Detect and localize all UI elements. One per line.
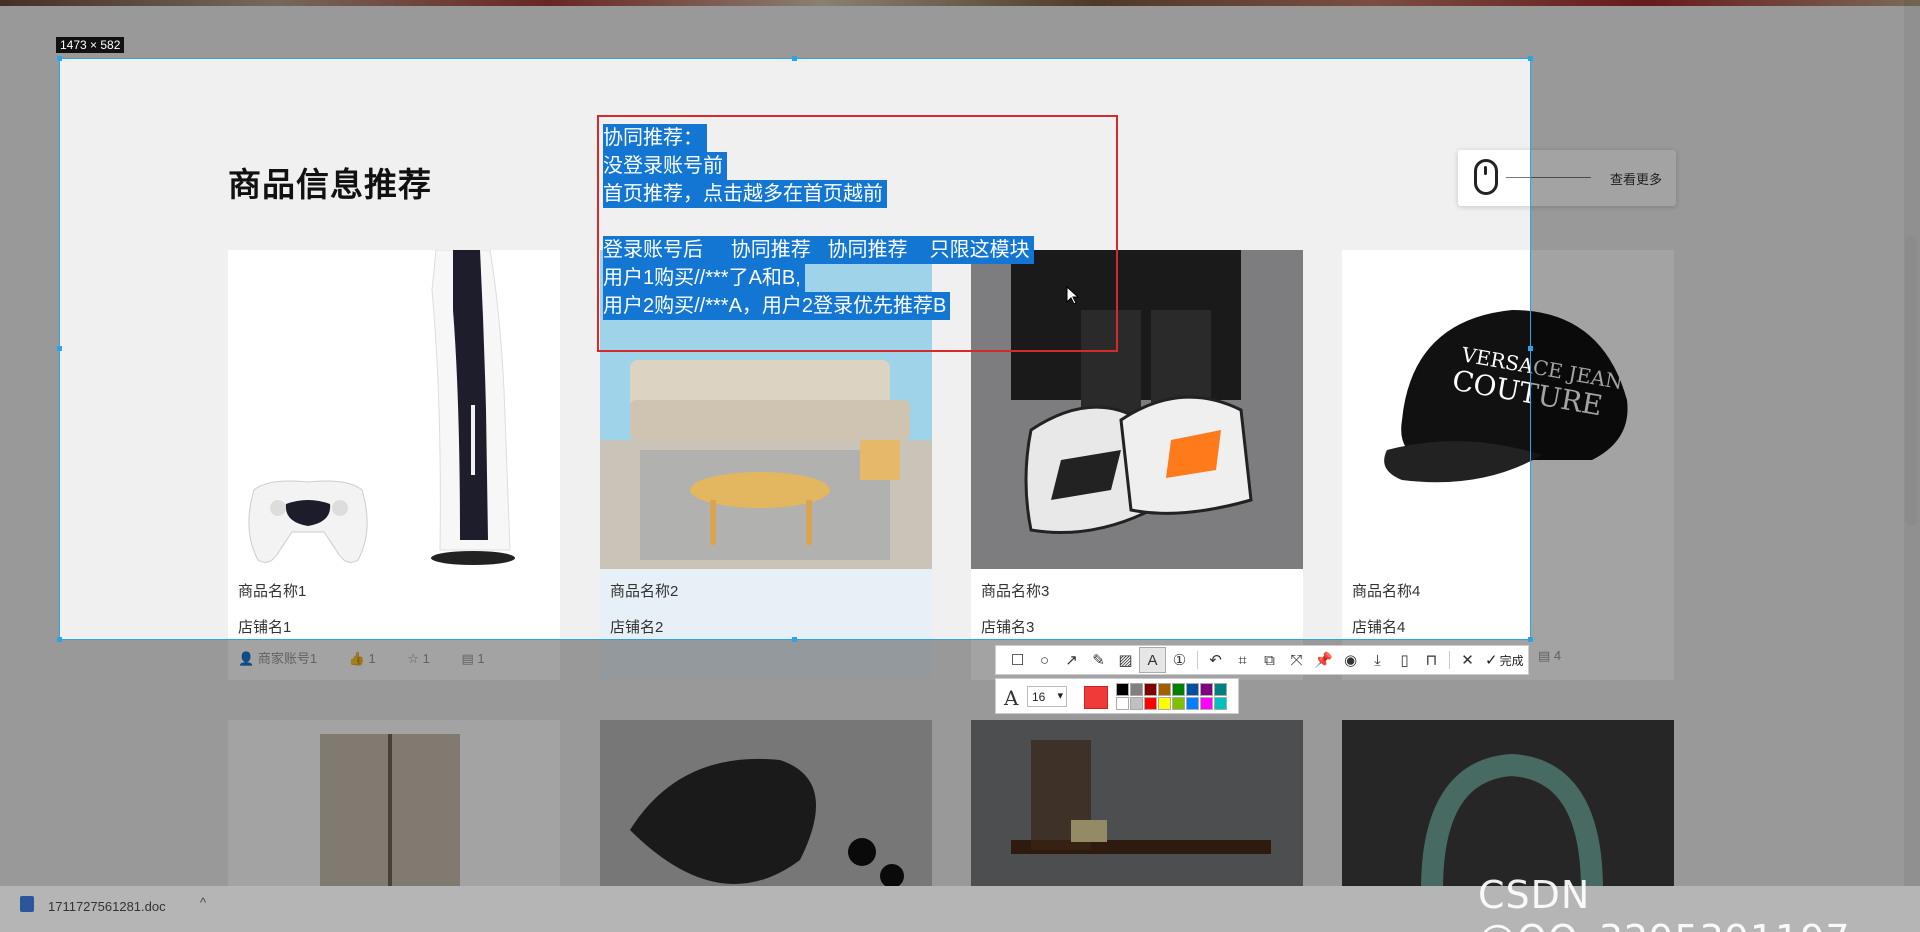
overlay-left [0,58,59,640]
color-swatch[interactable] [1158,697,1171,710]
download-file-name[interactable]: 1711727561281.doc [48,899,166,914]
capture-toolbar: ☐ ○ ↗ ✎ ▨ A ① ↶ ⌗ ⧉ ⤧ 📌 ◉ ⤓ ▯ ⊓ ✕ ✓ 完成 [995,645,1529,675]
color-swatch[interactable] [1214,683,1227,696]
watermark: CSDN @QQ_3295391197 [1478,873,1850,932]
annotation-text[interactable]: 协同推荐： 没登录账号前 首页推荐，点击越多在首页越前 登录账号后 协同推荐 协… [603,124,1034,320]
font-size-select[interactable]: 16 [1027,686,1067,707]
note-line: 首页推荐，点击越多在首页越前 [603,180,887,208]
color-swatch[interactable] [1130,697,1143,710]
download-icon[interactable]: ⤓ [1364,647,1391,673]
toolbar-divider [1449,651,1450,669]
chevron-up-icon[interactable]: ^ [200,895,206,910]
color-swatch[interactable] [1172,697,1185,710]
done-label: 完成 [1499,653,1524,668]
check-icon: ✓ [1485,652,1498,669]
resize-handle[interactable] [792,637,797,642]
selection-size-badge: 1473 × 582 [56,37,125,53]
toolbar-divider [1197,651,1198,669]
scrollbar-thumb[interactable] [1905,236,1917,526]
resize-handle[interactable] [792,56,797,61]
doc-file-icon [20,896,34,912]
note-line: 没登录账号前 [603,152,727,180]
pin-icon[interactable]: 📌 [1310,647,1337,673]
color-swatch[interactable] [1200,697,1213,710]
color-swatch[interactable] [1116,697,1129,710]
number-icon[interactable]: ① [1166,647,1193,673]
color-palette [1116,683,1227,710]
color-swatch[interactable] [1214,697,1227,710]
arrow-icon[interactable]: ↗ [1058,647,1085,673]
color-swatch[interactable] [1144,683,1157,696]
current-color-swatch[interactable] [1084,686,1108,709]
bookmark-icon[interactable]: ⊓ [1418,647,1445,673]
mosaic-icon[interactable]: ▨ [1112,647,1139,673]
resize-handle[interactable] [57,56,62,61]
note-line: 用户2购买//***A，用户2登录优先推荐B [603,292,951,320]
note-line: 用户1购买//***了A和B, [603,264,805,292]
color-swatch[interactable] [1186,683,1199,696]
close-icon[interactable]: ✕ [1454,647,1481,673]
note-line: 登录账号后 协同推荐 协同推荐 只限这模块 [603,236,1034,264]
color-swatch[interactable] [1200,683,1213,696]
overlay-bottom [0,640,1920,886]
text-style-bar: A 16 [995,678,1239,714]
note-line: 协同推荐： [603,124,707,152]
done-button[interactable]: ✓ 完成 [1485,651,1524,669]
resize-handle[interactable] [57,637,62,642]
overlay-top [0,0,1920,58]
color-swatch[interactable] [1130,683,1143,696]
mouse-cursor-icon [1066,286,1080,305]
phone-icon[interactable]: ▯ [1391,647,1418,673]
overlay-right [1531,58,1920,640]
translate-icon[interactable]: ⧉ [1256,647,1283,673]
scroll-capture-icon[interactable]: ⤧ [1283,647,1310,673]
undo-icon[interactable]: ↶ [1202,647,1229,673]
color-swatch[interactable] [1186,697,1199,710]
color-swatch[interactable] [1144,697,1157,710]
rectangle-icon[interactable]: ☐ [1004,647,1031,673]
color-swatch[interactable] [1158,683,1171,696]
resize-handle[interactable] [1528,56,1533,61]
pencil-icon[interactable]: ✎ [1085,647,1112,673]
resize-handle[interactable] [57,346,62,351]
note-line [603,208,607,236]
color-swatch[interactable] [1116,683,1129,696]
resize-handle[interactable] [1528,637,1533,642]
font-icon: A [1004,686,1019,710]
color-swatch[interactable] [1172,683,1185,696]
resize-handle[interactable] [1528,346,1533,351]
record-icon[interactable]: ◉ [1337,647,1364,673]
ocr-icon[interactable]: ⌗ [1229,647,1256,673]
text-icon[interactable]: A [1139,647,1166,673]
ellipse-icon[interactable]: ○ [1031,647,1058,673]
